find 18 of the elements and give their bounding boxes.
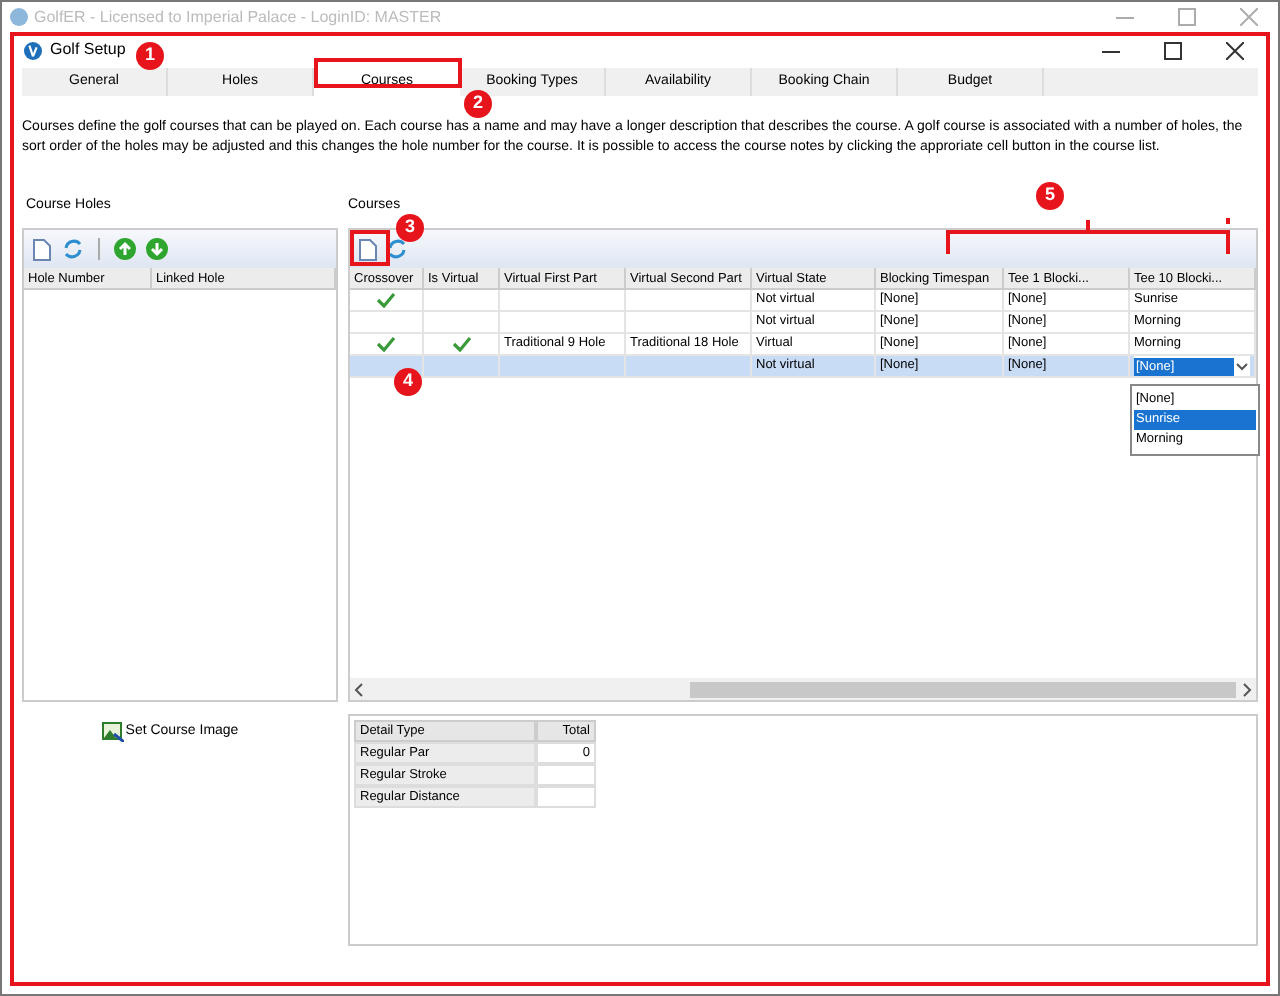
image-icon	[101, 722, 124, 743]
app-logo-icon	[24, 41, 42, 59]
move-down-icon[interactable]	[146, 238, 168, 260]
app-logo-icon	[10, 8, 28, 26]
table-cell	[536, 786, 596, 808]
horizontal-scrollbar[interactable]	[350, 678, 1256, 700]
table-cell	[536, 764, 596, 786]
new-document-icon[interactable]	[358, 237, 378, 261]
highlight-frame	[350, 230, 390, 266]
dropdown-caret-icon[interactable]	[1234, 358, 1250, 374]
move-up-icon[interactable]	[114, 238, 136, 260]
refresh-icon[interactable]	[386, 238, 408, 260]
refresh-icon[interactable]	[62, 238, 84, 260]
close-icon[interactable]	[1226, 41, 1244, 59]
window-title: Golf Setup	[50, 38, 126, 62]
app-title: GolfER - Licensed to Imperial Palace - LoginID: MASTER	[34, 5, 442, 29]
new-document-icon[interactable]	[32, 237, 52, 261]
scrollbar-thumb[interactable]	[690, 681, 1236, 697]
